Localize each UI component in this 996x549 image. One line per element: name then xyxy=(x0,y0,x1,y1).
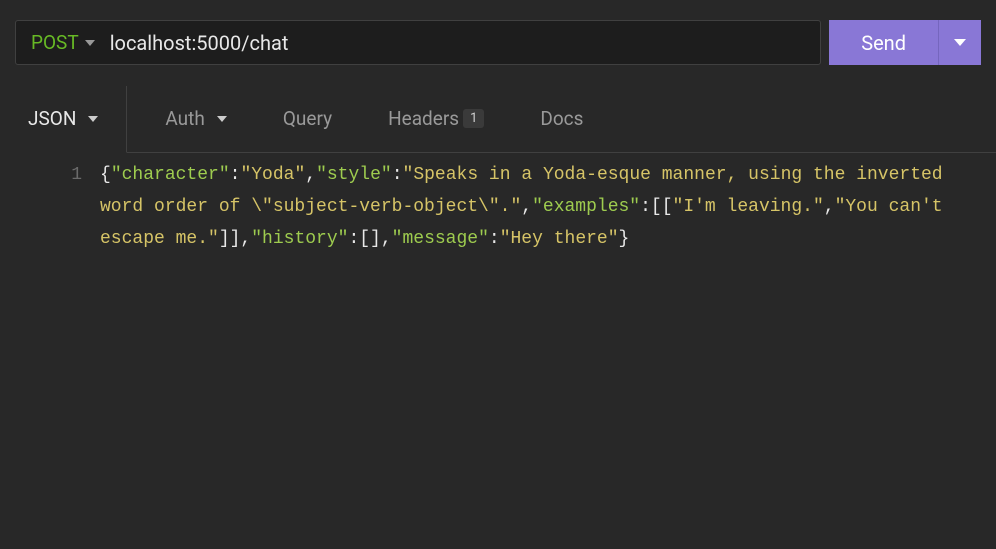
chevron-down-icon xyxy=(954,39,966,46)
chevron-down-icon xyxy=(88,116,98,122)
line-number: 1 xyxy=(0,159,82,191)
tab-headers[interactable]: Headers 1 xyxy=(360,85,512,152)
chevron-down-icon xyxy=(217,116,227,122)
http-method-dropdown[interactable]: POST xyxy=(31,31,95,54)
tab-label: JSON xyxy=(28,107,76,130)
tab-docs[interactable]: Docs xyxy=(512,85,611,152)
request-url-bar: POST Send xyxy=(0,0,996,85)
url-input[interactable] xyxy=(110,31,806,55)
tab-label: Docs xyxy=(540,107,583,130)
tab-query[interactable]: Query xyxy=(255,85,360,152)
send-dropdown-button[interactable] xyxy=(938,20,981,65)
send-button[interactable]: Send xyxy=(829,20,938,65)
tab-auth[interactable]: Auth xyxy=(127,85,254,152)
request-config-tabs: JSON Auth Query Headers 1 Docs xyxy=(0,85,996,153)
tab-label: Auth xyxy=(165,107,204,130)
json-editor[interactable]: 1 {"character":"Yoda","style":"Speaks in… xyxy=(0,153,996,255)
line-number-gutter: 1 xyxy=(0,159,100,255)
tab-body-type[interactable]: JSON xyxy=(0,86,127,153)
send-button-group: Send xyxy=(829,20,981,65)
tab-label: Query xyxy=(283,107,332,130)
headers-count-badge: 1 xyxy=(463,109,484,128)
url-input-container: POST xyxy=(15,20,821,65)
chevron-down-icon xyxy=(85,40,95,46)
code-content[interactable]: {"character":"Yoda","style":"Speaks in a… xyxy=(100,159,996,255)
tab-label: Headers xyxy=(388,107,459,130)
http-method-label: POST xyxy=(31,31,79,54)
